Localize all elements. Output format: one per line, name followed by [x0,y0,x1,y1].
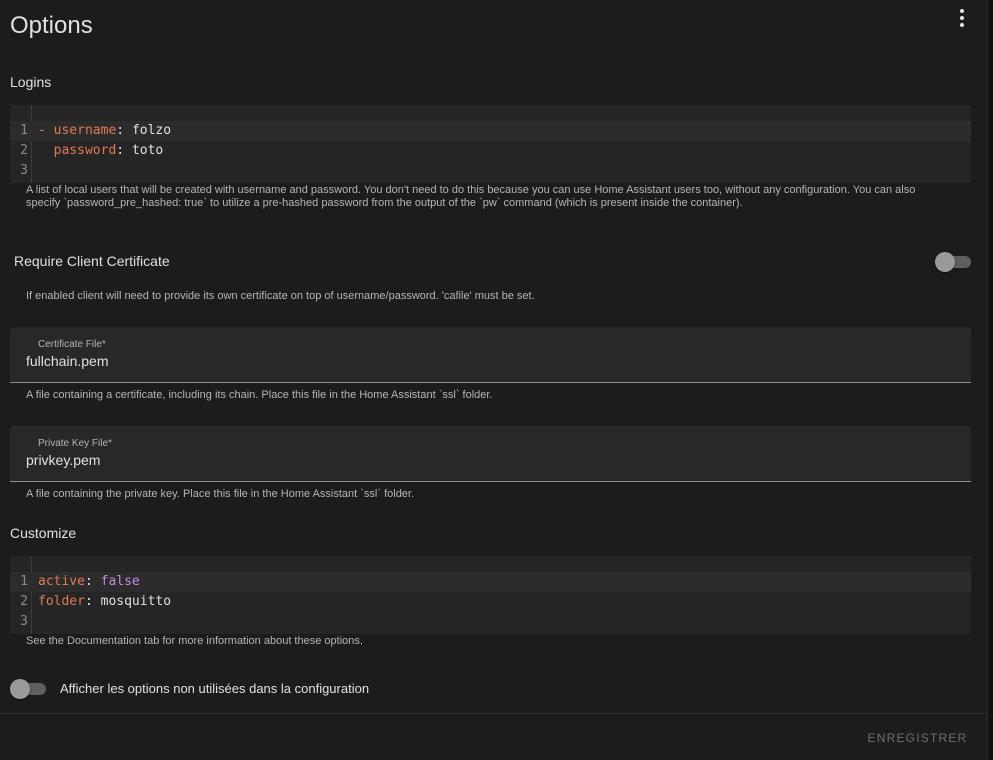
more-options-icon[interactable] [950,6,974,30]
yaml-key: password [53,143,117,158]
code-line: 2 password: toto [10,141,971,161]
code-line: 1 active: false [10,572,971,592]
line-number: 3 [20,614,28,629]
show-unused-options-toggle[interactable] [10,679,46,699]
require-cert-label: Require Client Certificate [14,253,170,269]
logins-label: Logins [10,74,52,90]
require-cert-helper-text: If enabled client will need to provide i… [26,290,535,302]
yaml-value: toto [131,143,164,158]
yaml-separator: : [116,143,132,158]
customize-helper-text: See the Documentation tab for more infor… [26,635,363,647]
require-cert-toggle[interactable] [935,252,971,272]
code-line: 2 folder: mosquitto [10,592,971,612]
line-number: 2 [20,594,28,609]
yaml-key: active [38,574,85,589]
logins-code-editor[interactable]: 1 - username: folzo 2 password: toto 3 [10,105,971,183]
logins-helper-text: A list of local users that will be creat… [26,184,916,209]
private-key-file-input[interactable] [26,452,946,468]
yaml-value: false [100,574,140,589]
yaml-value: folzo [131,123,172,138]
private-key-file-label: Private Key File* [38,438,112,449]
private-key-file-field[interactable]: Private Key File* [10,426,971,482]
yaml-value: mosquitto [100,594,172,609]
line-number: 2 [20,143,28,158]
yaml-indent [38,143,54,158]
yaml-dash: - [38,123,54,138]
code-line: 3 [10,612,971,632]
line-number: 1 [20,123,28,138]
code-line: 3 [10,161,971,181]
certificate-file-label: Certificate File* [38,339,106,350]
line-number: 1 [20,574,28,589]
code-line: 1 - username: folzo [10,121,971,141]
toggle-thumb [935,252,955,272]
show-unused-options-label: Afficher les options non utilisées dans … [60,681,370,696]
toggle-thumb [10,679,30,699]
yaml-key: username [53,123,117,138]
certificate-file-field[interactable]: Certificate File* [10,327,971,383]
options-card: Options Logins 1 - username: folzo 2 pas… [0,0,988,760]
page-title: Options [10,12,93,39]
save-button[interactable]: ENREGISTRER [860,726,975,750]
customize-code-editor[interactable]: 1 active: false 2 folder: mosquitto 3 [10,556,971,634]
customize-label: Customize [10,525,77,541]
yaml-separator: : [84,574,101,589]
actions-divider [0,713,988,714]
yaml-separator: : [116,123,132,138]
private-key-file-helper-text: A file containing the private key. Place… [26,488,415,500]
yaml-key: folder [38,594,85,609]
certificate-file-input[interactable] [26,353,946,369]
line-number: 3 [20,163,28,178]
certificate-file-helper-text: A file containing a certificate, includi… [26,389,493,401]
yaml-separator: : [84,594,101,609]
